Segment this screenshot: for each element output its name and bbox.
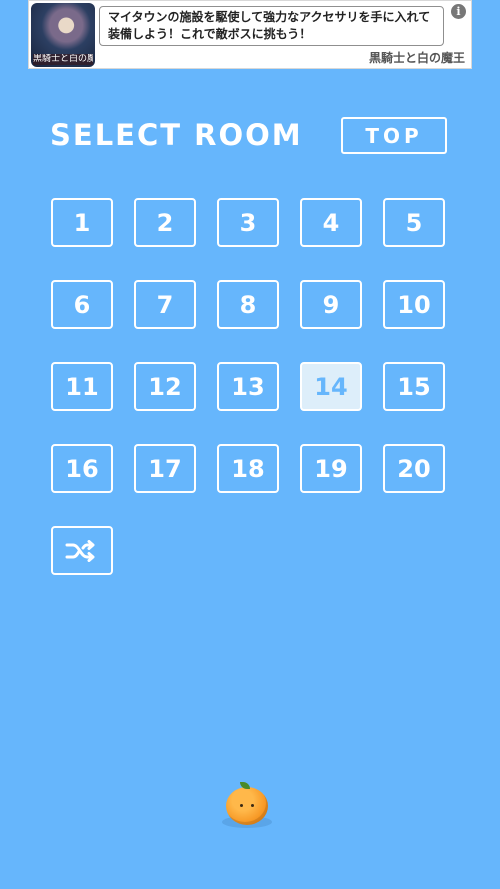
room-button-20[interactable]: 20 [383, 444, 445, 493]
ad-banner[interactable]: 黒騎士と白の魔王 マイタウンの施設を駆使して強力なアクセサリを手に入れて装備しよ… [28, 0, 472, 69]
room-button-15[interactable]: 15 [383, 362, 445, 411]
shuffle-icon [65, 539, 95, 562]
room-button-7[interactable]: 7 [134, 280, 196, 329]
room-button-1[interactable]: 1 [51, 198, 113, 247]
orange-eye-right [251, 804, 254, 807]
info-icon[interactable]: i [451, 4, 466, 19]
ad-text[interactable]: マイタウンの施設を駆使して強力なアクセサリを手に入れて装備しよう！これで敵ボスに… [99, 6, 444, 46]
room-button-3[interactable]: 3 [217, 198, 279, 247]
room-button-13[interactable]: 13 [217, 362, 279, 411]
room-button-2[interactable]: 2 [134, 198, 196, 247]
room-button-18[interactable]: 18 [217, 444, 279, 493]
room-grid: 1 2 3 4 5 6 7 8 9 10 11 12 13 14 15 16 1… [51, 198, 445, 575]
room-button-19[interactable]: 19 [300, 444, 362, 493]
room-button-9[interactable]: 9 [300, 280, 362, 329]
room-button-8[interactable]: 8 [217, 280, 279, 329]
room-button-10[interactable]: 10 [383, 280, 445, 329]
room-button-17[interactable]: 17 [134, 444, 196, 493]
page-title: SELECT ROOM [50, 118, 303, 152]
top-button[interactable]: TOP [341, 117, 447, 154]
room-button-4[interactable]: 4 [300, 198, 362, 247]
room-button-5[interactable]: 5 [383, 198, 445, 247]
ad-thumbnail-caption: 黒騎士と白の魔王 [33, 54, 93, 65]
room-button-6[interactable]: 6 [51, 280, 113, 329]
room-button-12[interactable]: 12 [134, 362, 196, 411]
shuffle-button[interactable] [51, 526, 113, 575]
orange-mascot[interactable] [220, 782, 274, 828]
ad-thumbnail-image[interactable]: 黒騎士と白の魔王 [31, 3, 95, 67]
orange-icon [226, 787, 268, 825]
orange-eye-left [240, 804, 243, 807]
room-button-16[interactable]: 16 [51, 444, 113, 493]
room-button-11[interactable]: 11 [51, 362, 113, 411]
room-button-14[interactable]: 14 [300, 362, 362, 411]
ad-brand-label: 黒騎士と白の魔王 [368, 51, 465, 65]
